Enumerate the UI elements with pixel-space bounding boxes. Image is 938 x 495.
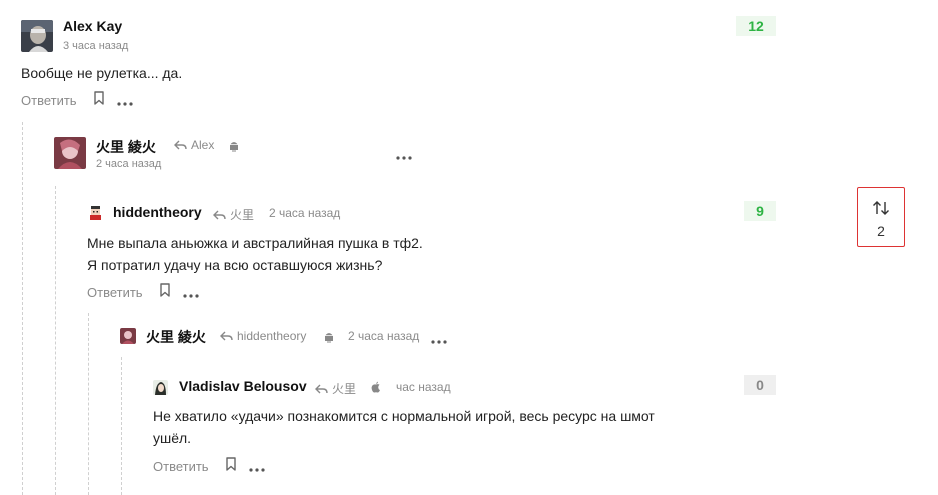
comment-actions: Ответить bbox=[87, 283, 199, 302]
thread-line bbox=[55, 186, 56, 495]
comment-actions: Ответить bbox=[21, 91, 133, 110]
comment-author[interactable]: 火里 綾火 bbox=[146, 327, 206, 347]
comment-score: 12 bbox=[736, 16, 776, 36]
reply-to[interactable]: 火里 bbox=[315, 380, 356, 397]
reply-to-name: Alex bbox=[191, 138, 215, 152]
reply-to[interactable]: hiddentheory bbox=[220, 329, 306, 343]
reply-to-name: hiddentheory bbox=[237, 329, 307, 343]
comment-author[interactable]: Alex Kay bbox=[63, 18, 122, 34]
comment-time[interactable]: 2 часа назад bbox=[96, 158, 161, 170]
comment-text-line: ушёл. bbox=[153, 430, 192, 446]
reply-arrow-icon bbox=[220, 331, 233, 341]
more-dots-icon[interactable] bbox=[116, 96, 133, 106]
reply-to-name: 火里 bbox=[230, 208, 255, 222]
reply-arrow-icon bbox=[315, 384, 328, 394]
sort-button[interactable]: 2 bbox=[857, 187, 905, 247]
comment-score: 0 bbox=[744, 375, 776, 395]
reply-button[interactable]: Ответить bbox=[87, 285, 143, 300]
thread-line bbox=[88, 313, 89, 495]
reply-button[interactable]: Ответить bbox=[153, 459, 209, 474]
comment-text-line: Мне выпала аньюжка и австралийная пушка … bbox=[87, 235, 423, 251]
bookmark-icon[interactable] bbox=[225, 457, 237, 476]
android-icon bbox=[324, 330, 334, 348]
avatar[interactable] bbox=[54, 137, 86, 169]
avatar[interactable] bbox=[120, 328, 136, 344]
comment-text-line: Я потратил удачу на всю оставшуюся жизнь… bbox=[87, 257, 383, 273]
reply-to-name: 火里 bbox=[332, 382, 357, 396]
avatar[interactable] bbox=[87, 204, 104, 221]
comment-time[interactable]: 2 часа назад bbox=[269, 206, 340, 220]
more-dots-icon[interactable] bbox=[431, 334, 447, 344]
thread-line bbox=[121, 357, 122, 495]
reply-to[interactable]: 火里 bbox=[213, 206, 254, 223]
reply-arrow-icon bbox=[213, 210, 226, 220]
comment-author[interactable]: 火里 綾火 bbox=[96, 137, 156, 157]
more-dots-icon[interactable] bbox=[248, 462, 265, 472]
comment-time[interactable]: час назад bbox=[396, 380, 451, 394]
comment-actions: Ответить bbox=[153, 457, 265, 476]
sort-value: 2 bbox=[877, 223, 885, 239]
reply-button[interactable]: Ответить bbox=[21, 93, 77, 108]
sort-arrows-icon bbox=[858, 201, 904, 220]
more-dots-icon[interactable] bbox=[182, 288, 199, 298]
apple-icon bbox=[371, 380, 381, 398]
more-dots-icon[interactable] bbox=[396, 150, 412, 160]
comment-time[interactable]: 3 часа назад bbox=[63, 40, 128, 52]
bookmark-icon[interactable] bbox=[159, 283, 171, 302]
comment-score: 9 bbox=[744, 201, 776, 221]
comment-author[interactable]: Vladislav Belousov bbox=[179, 378, 307, 394]
avatar[interactable] bbox=[153, 380, 168, 395]
reply-to[interactable]: Alex bbox=[174, 138, 214, 152]
comment-text: Вообще не рулетка... да. bbox=[21, 65, 183, 81]
comment-text-line: Не хватило «удачи» познакомится с нормал… bbox=[153, 408, 655, 424]
thread-line bbox=[22, 122, 23, 495]
reply-arrow-icon bbox=[174, 140, 187, 150]
comment-author[interactable]: hiddentheory bbox=[113, 204, 202, 220]
bookmark-icon[interactable] bbox=[93, 91, 105, 110]
avatar[interactable] bbox=[21, 20, 53, 52]
comment-time[interactable]: 2 часа назад bbox=[348, 329, 419, 343]
android-icon bbox=[229, 139, 239, 157]
